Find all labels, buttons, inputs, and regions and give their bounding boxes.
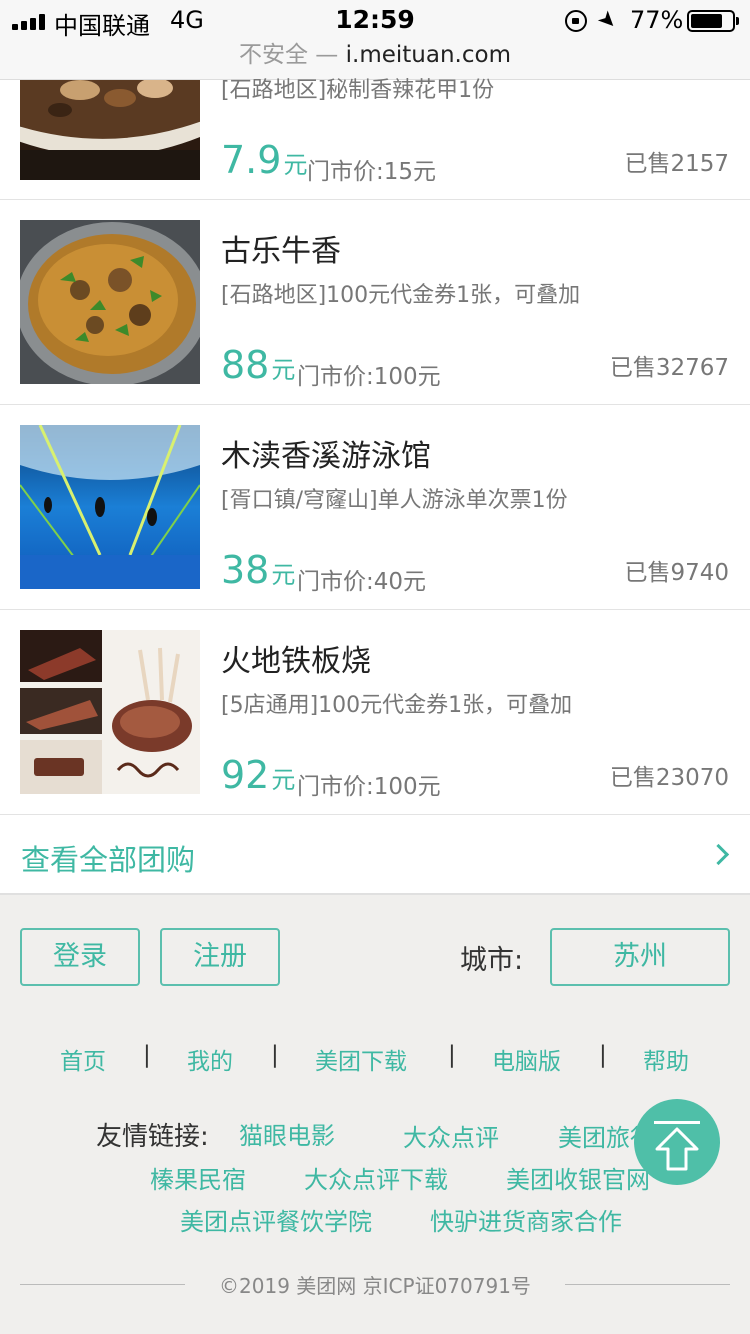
- deal-title: 古乐牛香: [221, 234, 341, 269]
- deal-price: 7.9元: [221, 138, 307, 182]
- url-separator: —: [308, 42, 346, 68]
- friend-links-label: 友情链接:: [96, 1122, 209, 1152]
- nav-separator: |: [599, 1042, 607, 1068]
- deal-desc: [5店通用]100元代金券1张，可叠加: [221, 693, 573, 718]
- deal-desc: [石路地区]100元代金券1张，可叠加: [221, 283, 581, 308]
- friend-link[interactable]: 快驴进货商家合作: [430, 1202, 622, 1237]
- deal-list: [石路地区]秘制香辣花甲1份 7.9元 门市价:15元 已售2157 古乐牛香 …: [0, 78, 750, 815]
- deal-item[interactable]: 木渎香溪游泳馆 [胥口镇/穹窿山]单人游泳单次票1份 38元 门市价:40元 已…: [0, 405, 750, 610]
- login-button[interactable]: 登录: [20, 928, 140, 986]
- back-to-top-button[interactable]: [634, 1099, 720, 1185]
- price-unit: 元: [283, 151, 308, 179]
- deal-desc: [石路地区]秘制香辣花甲1份: [221, 78, 495, 103]
- price-value: 7.9: [221, 138, 282, 182]
- security-label: 不安全: [239, 42, 308, 68]
- deal-original-price: 门市价:15元: [307, 159, 437, 185]
- view-all-label: 查看全部团购: [21, 843, 196, 877]
- price-unit: 元: [271, 561, 296, 589]
- nav-separator: |: [271, 1042, 279, 1068]
- friend-link[interactable]: 美团收银官网: [506, 1160, 650, 1195]
- deal-original-price: 门市价:40元: [297, 569, 427, 595]
- battery-icon: [687, 10, 739, 32]
- deal-thumbnail: [20, 220, 200, 384]
- deal-item[interactable]: 火地铁板烧 [5店通用]100元代金券1张，可叠加 92元 门市价:100元 已…: [0, 610, 750, 815]
- status-bar: 中国联通 4G 12:59 ➤ 77%: [0, 0, 750, 40]
- footer-nav: 首页 | 我的 | 美团下载 | 电脑版 | 帮助: [0, 1042, 750, 1075]
- friend-link[interactable]: 大众点评下载: [304, 1160, 448, 1195]
- deal-sold-count: 已售32767: [609, 355, 729, 381]
- friend-link[interactable]: 榛果民宿: [150, 1160, 246, 1195]
- battery-percent: 77%: [630, 6, 684, 34]
- arrow-up-icon: [655, 1127, 699, 1171]
- deal-sold-count: 已售23070: [609, 765, 729, 791]
- city-label: 城市:: [460, 945, 524, 976]
- nav-home-link[interactable]: 首页: [60, 1042, 106, 1076]
- deal-original-price: 门市价:100元: [297, 364, 441, 390]
- rotation-lock-icon: [565, 10, 587, 32]
- deal-price: 88元: [221, 343, 295, 387]
- deal-title: 火地铁板烧: [221, 644, 371, 679]
- url-host: i.meituan.com: [345, 42, 511, 68]
- deal-price: 38元: [221, 548, 295, 592]
- register-button[interactable]: 注册: [160, 928, 280, 986]
- price-unit: 元: [271, 766, 296, 794]
- nav-desktop-link[interactable]: 电脑版: [492, 1042, 561, 1076]
- friend-link[interactable]: 美团点评餐饮学院: [180, 1202, 372, 1237]
- deal-item[interactable]: 古乐牛香 [石路地区]100元代金券1张，可叠加 88元 门市价:100元 已售…: [0, 200, 750, 405]
- price-value: 38: [221, 548, 270, 592]
- deal-desc: [胥口镇/穹窿山]单人游泳单次票1份: [221, 488, 568, 513]
- deal-original-price: 门市价:100元: [297, 774, 441, 800]
- nav-help-link[interactable]: 帮助: [643, 1042, 689, 1076]
- deal-thumbnail: [20, 80, 200, 180]
- deal-thumbnail: [20, 425, 200, 589]
- nav-download-link[interactable]: 美团下载: [315, 1042, 407, 1076]
- deal-price: 92元: [221, 753, 295, 797]
- price-value: 92: [221, 753, 270, 797]
- nav-separator: |: [448, 1042, 456, 1068]
- view-all-deals-link[interactable]: 查看全部团购: [0, 815, 750, 895]
- deal-sold-count: 已售2157: [624, 151, 729, 177]
- friend-link[interactable]: 大众点评: [403, 1118, 499, 1153]
- deal-thumbnail: [20, 630, 200, 794]
- deal-item[interactable]: [石路地区]秘制香辣花甲1份 7.9元 门市价:15元 已售2157: [0, 78, 750, 200]
- friend-link[interactable]: 猫眼电影: [239, 1116, 335, 1151]
- deal-title: 木渎香溪游泳馆: [221, 439, 431, 474]
- city-select-button[interactable]: 苏州: [550, 928, 730, 986]
- nav-mine-link[interactable]: 我的: [187, 1042, 233, 1076]
- price-unit: 元: [271, 356, 296, 384]
- top-bar-icon: [654, 1121, 700, 1124]
- copyright: ©2019 美团网 京ICP证070791号: [219, 1274, 531, 1298]
- nav-separator: |: [143, 1042, 151, 1068]
- price-value: 88: [221, 343, 270, 387]
- chevron-right-icon: [707, 843, 730, 866]
- deal-sold-count: 已售9740: [624, 560, 729, 586]
